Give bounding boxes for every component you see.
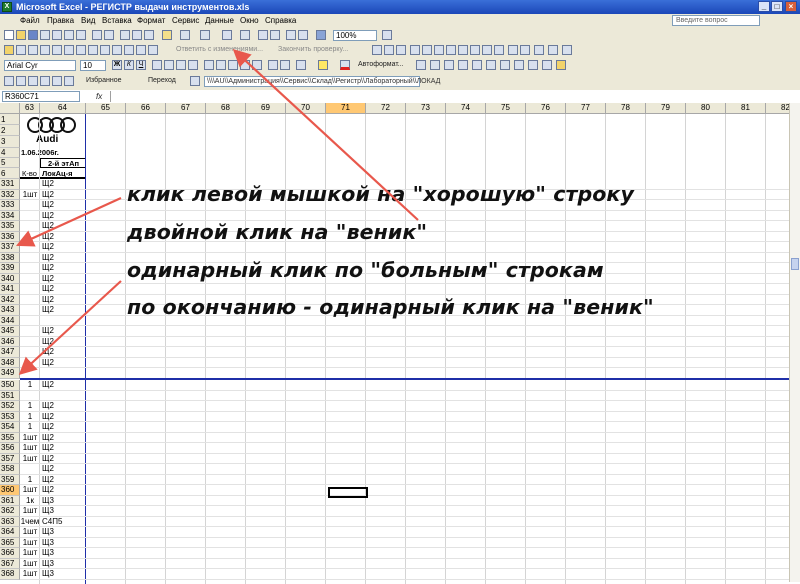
arrow-to-broom	[232, 49, 419, 221]
arrow-to-good-row	[15, 196, 122, 247]
arrow-to-bad-rows	[18, 280, 122, 375]
annotation-arrows	[15, 49, 419, 375]
